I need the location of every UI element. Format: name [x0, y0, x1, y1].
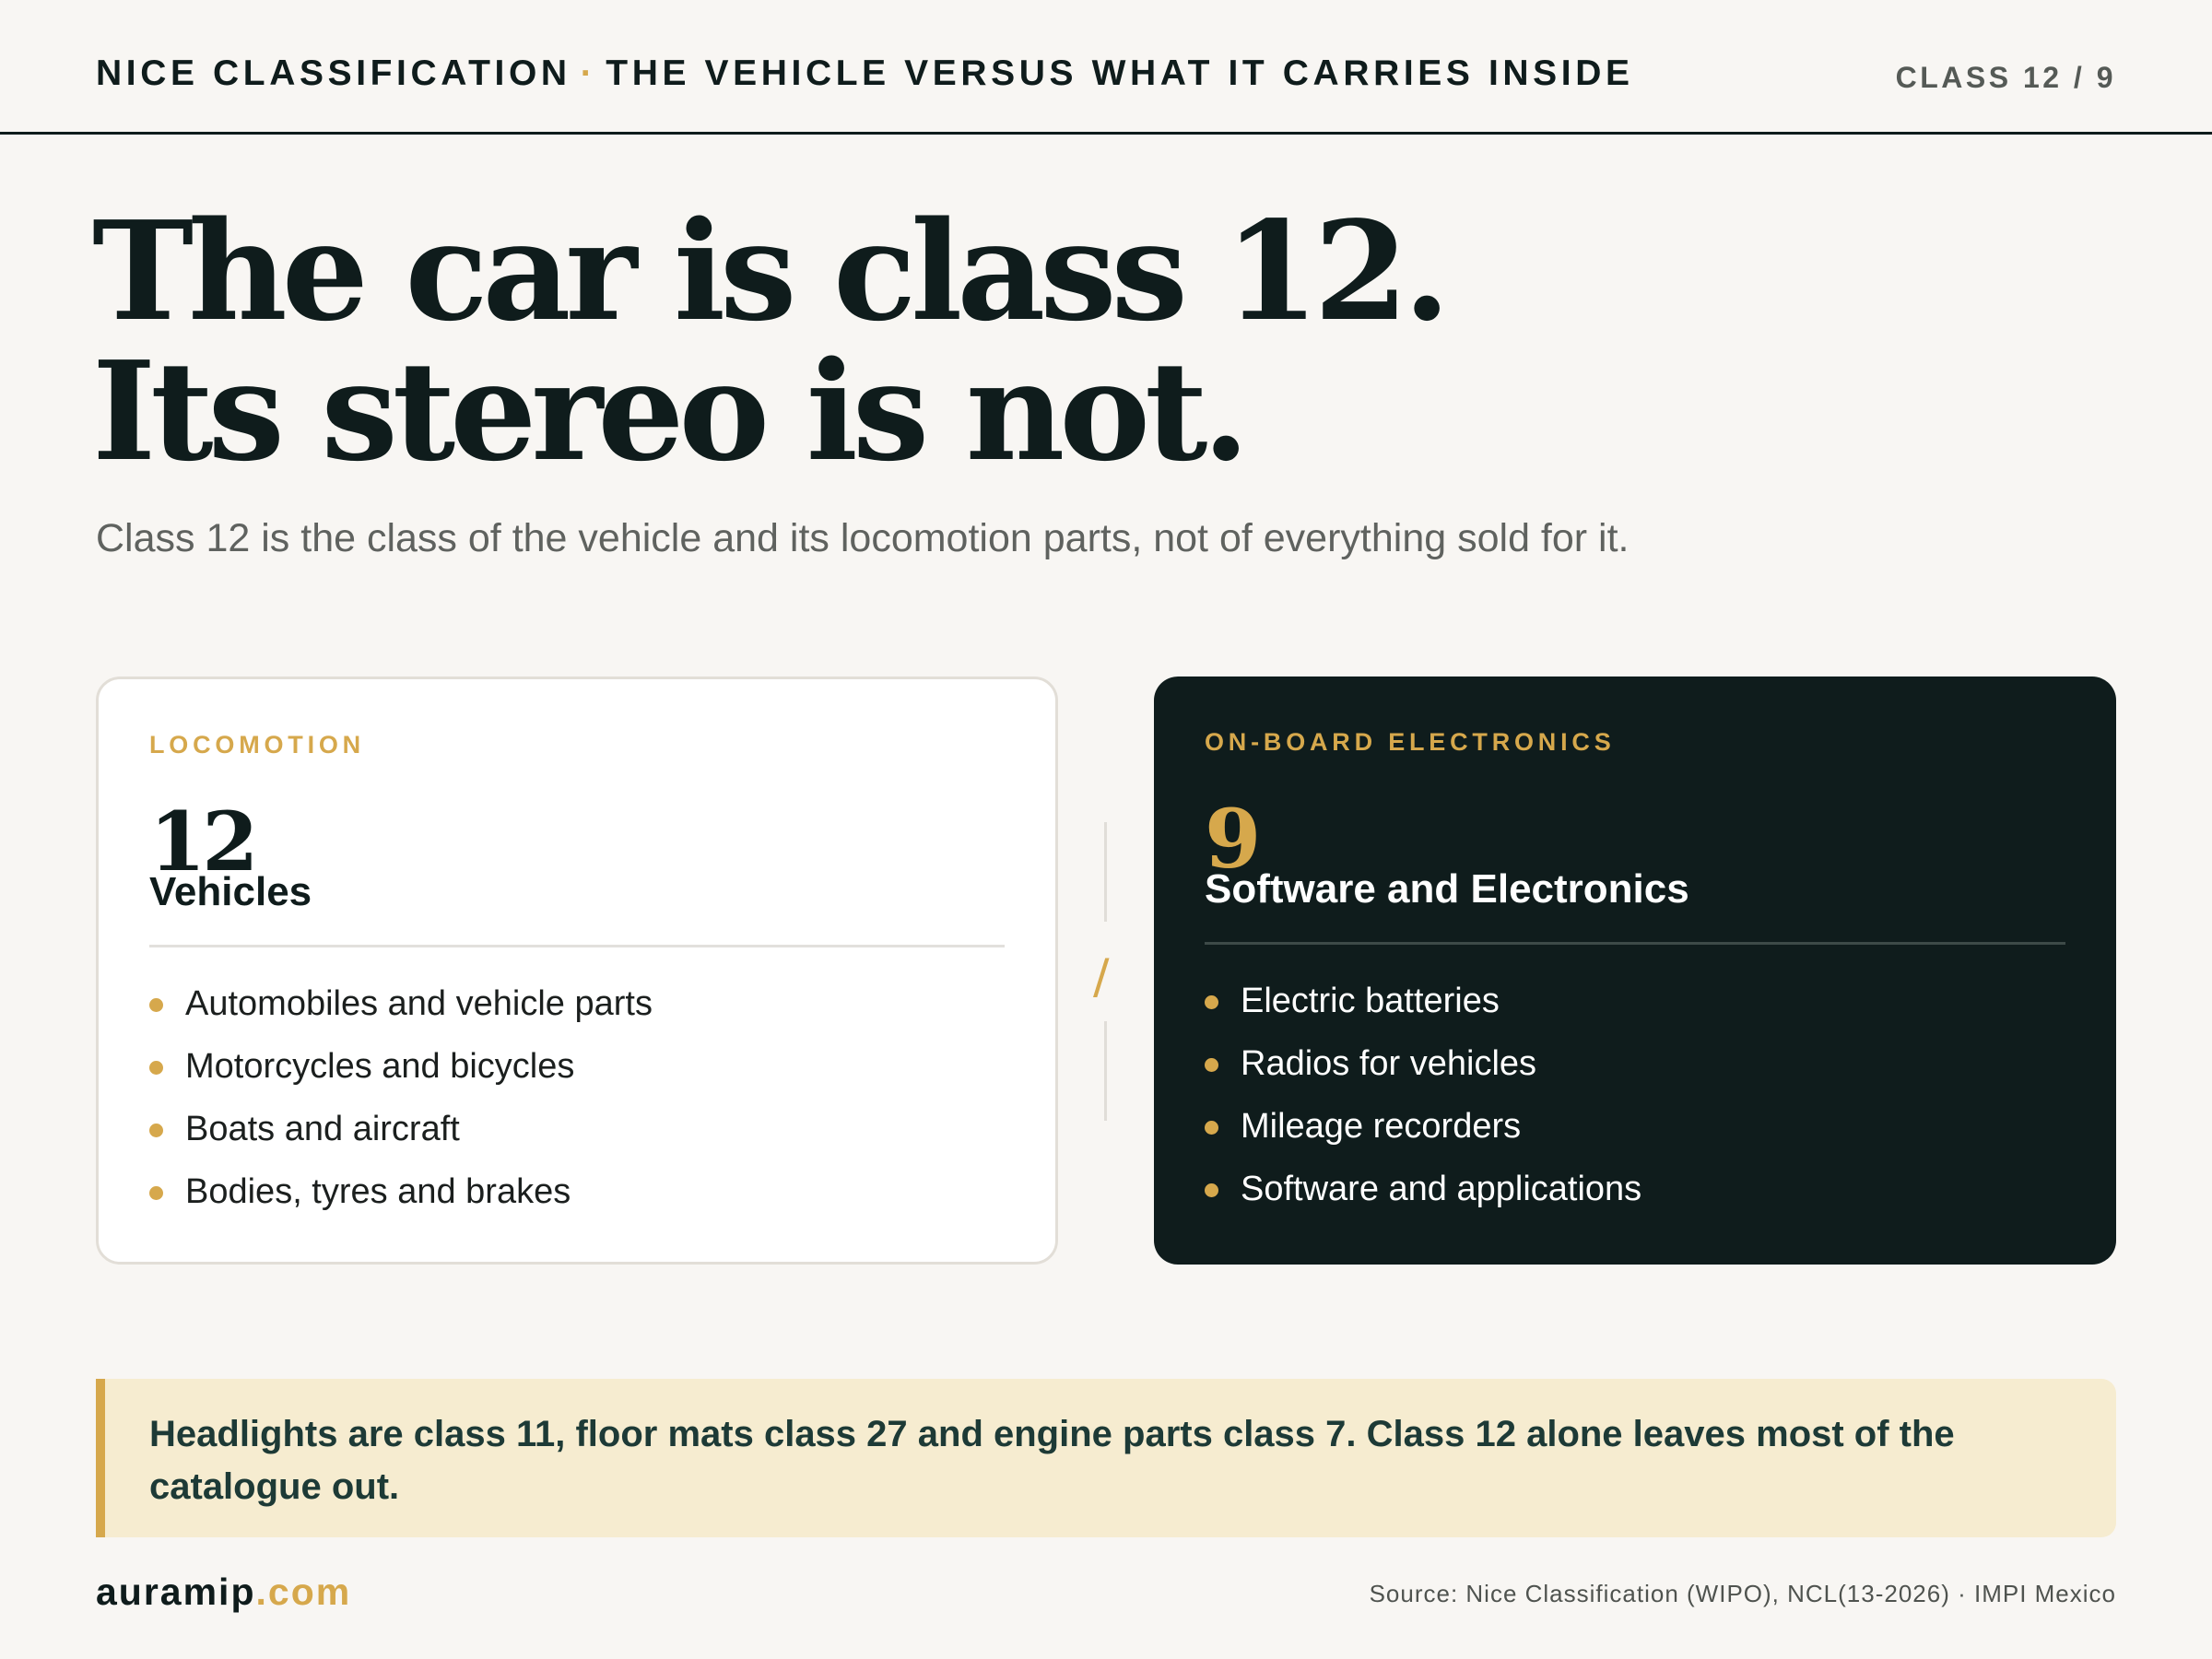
source-citation: Source: Nice Classification (WIPO), NCL(…	[1369, 1580, 2116, 1607]
card-divider	[1205, 942, 2065, 945]
bullet-dot-icon	[1205, 1058, 1218, 1072]
card-label: LOCOMOTION	[149, 731, 365, 759]
card-class-name: Software and Electronics	[1205, 866, 1689, 912]
bullet-dot-icon	[1205, 1121, 1218, 1135]
header-title-right: THE VEHICLE VERSUS WHAT IT CARRIES INSID…	[606, 53, 1634, 93]
list-item: Radios for vehicles	[1205, 1032, 1641, 1095]
callout-note: Headlights are class 11, floor mats clas…	[96, 1379, 2116, 1537]
card-label: ON-BOARD ELECTRONICS	[1205, 728, 1616, 756]
hero-subtitle: Class 12 is the class of the vehicle and…	[96, 516, 1630, 560]
list-item: Electric batteries	[1205, 970, 1641, 1032]
card-item-list: Electric batteries Radios for vehicles M…	[1205, 970, 1641, 1220]
divider-line-bottom	[1104, 1021, 1107, 1121]
hero-headline: The car is class 12. Its stereo is not.	[92, 191, 1451, 491]
card-class-name: Vehicles	[149, 869, 312, 914]
bullet-dot-icon	[149, 1186, 163, 1200]
slide-header: NICE CLASSIFICATION · THE VEHICLE VERSUS W…	[0, 0, 2212, 135]
header-title: NICE CLASSIFICATION · THE VEHICLE VERSUS W…	[96, 53, 1634, 94]
brand-name: auramip	[96, 1571, 256, 1613]
card-vehicles: LOCOMOTION 12 Vehicles Automobiles and v…	[96, 677, 1058, 1265]
list-item: Bodies, tyres and brakes	[149, 1160, 653, 1223]
list-item: Motorcycles and bicycles	[149, 1035, 653, 1098]
list-item: Software and applications	[1205, 1158, 1641, 1220]
bullet-dot-icon	[149, 1061, 163, 1075]
bullet-dot-icon	[149, 1124, 163, 1137]
brand-tld: .com	[255, 1571, 352, 1613]
card-electronics: ON-BOARD ELECTRONICS 9 Software and Elec…	[1154, 677, 2116, 1265]
bullet-dot-icon	[149, 998, 163, 1012]
list-item: Mileage recorders	[1205, 1095, 1641, 1158]
bullet-dot-icon	[1205, 1183, 1218, 1197]
header-separator: ·	[580, 53, 597, 93]
list-item: Automobiles and vehicle parts	[149, 972, 653, 1035]
divider-slash: /	[1093, 949, 1110, 1005]
header-title-left: NICE CLASSIFICATION	[96, 53, 571, 93]
hero-line-2: Its stereo is not.	[92, 331, 1250, 491]
card-item-list: Automobiles and vehicle parts Motorcycle…	[149, 972, 653, 1223]
list-item: Boats and aircraft	[149, 1098, 653, 1160]
brand-logo[interactable]: auramip.com	[96, 1571, 351, 1614]
hero-line-1: The car is class 12.	[92, 191, 1451, 351]
card-divider	[149, 945, 1005, 947]
header-pager: CLASS 12 / 9	[1895, 61, 2116, 94]
bullet-dot-icon	[1205, 995, 1218, 1009]
divider-line-top	[1104, 822, 1107, 922]
